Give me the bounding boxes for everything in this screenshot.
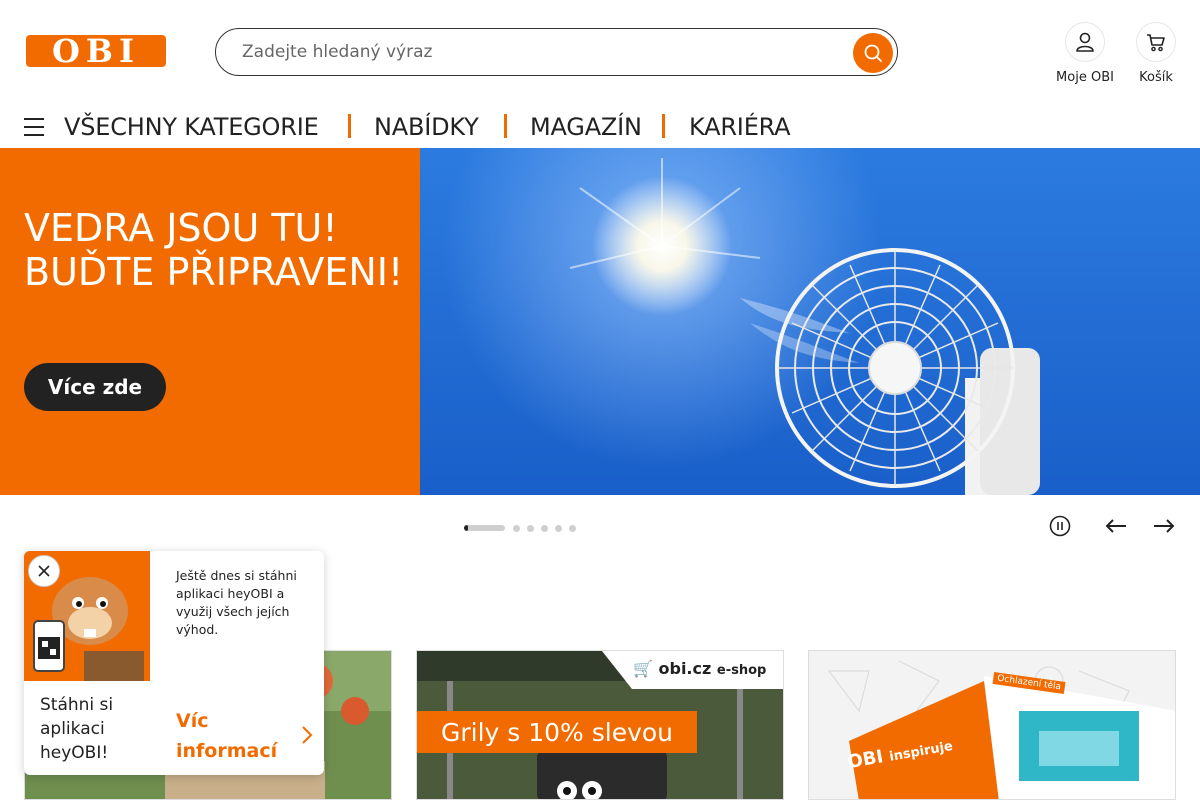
carousel-dot[interactable] bbox=[527, 525, 534, 532]
svg-text:OBI: OBI bbox=[52, 35, 140, 67]
account-label[interactable]: Moje OBI bbox=[1050, 70, 1120, 85]
hero-more-button[interactable]: Více zde bbox=[24, 363, 166, 411]
carousel-pause-button[interactable] bbox=[1046, 512, 1074, 540]
pause-icon bbox=[1049, 515, 1071, 537]
chevron-right-icon[interactable] bbox=[300, 725, 314, 745]
nav-separator bbox=[348, 114, 351, 138]
promo-card-grills[interactable]: 🛒 obi.cz e-shop Grily s 10% slevou bbox=[416, 650, 784, 800]
hero-title: VEDRA JSOU TU! BUĎTE PŘIPRAVENI! bbox=[24, 206, 404, 294]
carousel-prev-button[interactable] bbox=[1102, 512, 1130, 540]
search-icon bbox=[864, 44, 882, 62]
eshop-badge: 🛒 obi.cz e-shop bbox=[633, 659, 766, 678]
user-icon bbox=[1076, 32, 1094, 52]
search-button[interactable] bbox=[853, 33, 893, 73]
app-download-popup: Ještě dnes si stáhni aplikaci heyOBI a v… bbox=[24, 551, 324, 775]
close-icon bbox=[38, 565, 50, 577]
eshop-site: obi.cz bbox=[658, 659, 712, 678]
popup-close-button[interactable] bbox=[28, 555, 60, 587]
account-button[interactable] bbox=[1065, 22, 1105, 62]
carousel-dot[interactable] bbox=[513, 525, 520, 532]
nav-item-magazine[interactable]: MAGAZÍN bbox=[530, 113, 642, 141]
carousel-dot-active[interactable] bbox=[464, 525, 505, 531]
hero-image-fan bbox=[420, 148, 1200, 495]
nav-item-all-categories[interactable]: VŠECHNY KATEGORIE bbox=[64, 113, 319, 141]
carousel-dot[interactable] bbox=[569, 525, 576, 532]
cart-button[interactable] bbox=[1136, 22, 1176, 62]
promo-card-magazine[interactable]: OBI inspiruje Ochlazení těla bbox=[808, 650, 1176, 800]
nav-separator bbox=[662, 114, 665, 138]
carousel-next-button[interactable] bbox=[1150, 512, 1178, 540]
nav-item-offers[interactable]: NABÍDKY bbox=[374, 113, 479, 141]
cart-icon bbox=[1147, 34, 1165, 52]
nav-separator bbox=[504, 114, 507, 138]
carousel-dot[interactable] bbox=[541, 525, 548, 532]
carousel-dot[interactable] bbox=[555, 525, 562, 532]
obi-logo[interactable]: OBI bbox=[26, 32, 166, 70]
eshop-label: e-shop bbox=[716, 663, 767, 678]
arrow-right-icon bbox=[1154, 519, 1175, 533]
main-navigation: VŠECHNY KATEGORIE NABÍDKY MAGAZÍN KARIÉR… bbox=[0, 108, 1200, 148]
site-header: OBI Moje OBI Košík bbox=[0, 0, 1200, 100]
cart-label[interactable]: Košík bbox=[1126, 70, 1186, 85]
popup-description: Ještě dnes si stáhni aplikaci heyOBI a v… bbox=[176, 568, 297, 637]
popup-cta-text: Stáhni si aplikaci heyOBI! bbox=[40, 695, 114, 763]
grills-caption: Grily s 10% slevou bbox=[417, 711, 697, 753]
search-input[interactable] bbox=[242, 39, 842, 65]
search-bar bbox=[215, 28, 898, 76]
popup-more-info-link[interactable]: Víc informací bbox=[176, 706, 296, 766]
hero-text-panel: VEDRA JSOU TU! BUĎTE PŘIPRAVENI! Více zd… bbox=[0, 148, 420, 495]
menu-icon[interactable] bbox=[24, 118, 44, 136]
hero-banner[interactable]: VEDRA JSOU TU! BUĎTE PŘIPRAVENI! Více zd… bbox=[0, 148, 1200, 495]
nav-item-career[interactable]: KARIÉRA bbox=[689, 113, 791, 141]
arrow-left-icon bbox=[1105, 519, 1126, 533]
cart-icon: 🛒 bbox=[633, 659, 653, 678]
